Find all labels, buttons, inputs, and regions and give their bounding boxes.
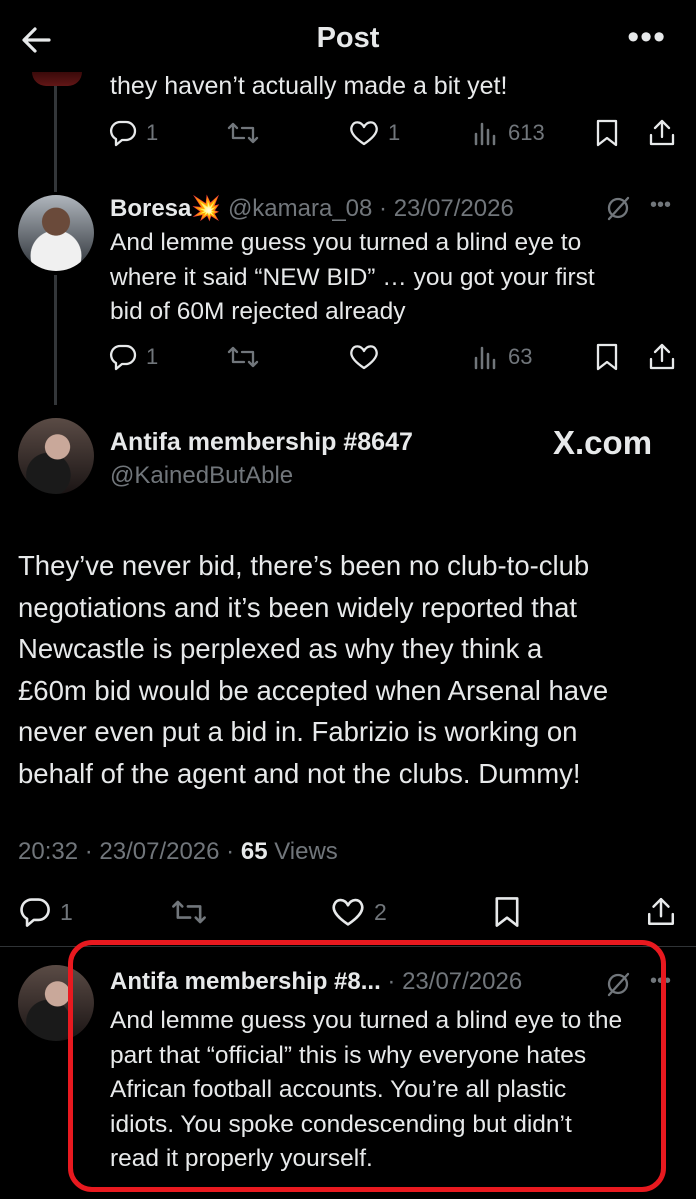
tweet-text-line: bid of 60M rejected already	[110, 298, 406, 325]
like-count: 2	[374, 898, 387, 925]
top-bar: Post •••	[0, 0, 696, 80]
avatar[interactable]	[18, 418, 94, 494]
view-count: 613	[508, 120, 545, 145]
views-button[interactable]: 613	[472, 118, 545, 148]
tweet-text-line: £60m bid would be accepted when Arsenal …	[18, 674, 609, 706]
tweet-header: Boresa💥 @kamara_08 · 23/07/2026	[110, 194, 514, 223]
tweet-header: Antifa membership #8... · 23/07/2026	[110, 968, 522, 996]
grok-icon[interactable]	[604, 970, 632, 998]
repost-button[interactable]	[226, 342, 260, 372]
user-handle[interactable]: @kamara_08	[228, 195, 372, 222]
repost-icon	[172, 900, 206, 924]
user-handle[interactable]: @KainedButAble	[110, 462, 293, 490]
tweet-text-line: read it properly yourself.	[110, 1145, 373, 1172]
bookmark-icon	[495, 897, 519, 927]
share-button[interactable]	[646, 895, 676, 929]
reply-count: 1	[146, 120, 159, 145]
tweet-text: they haven’t actually made a bit yet!	[110, 72, 508, 100]
view-count: 63	[508, 344, 533, 369]
share-button[interactable]	[648, 118, 676, 148]
heart-icon	[332, 898, 364, 926]
share-icon	[649, 119, 675, 146]
tweet-text-line: negotiations and it’s been widely report…	[18, 591, 578, 623]
more-options-icon[interactable]: •••	[650, 194, 671, 217]
like-button[interactable]: 1	[348, 118, 400, 148]
display-name[interactable]: Boresa	[110, 195, 191, 222]
views-button[interactable]: 63	[472, 342, 532, 372]
repost-button[interactable]	[170, 895, 208, 929]
share-button[interactable]	[648, 342, 676, 372]
reply-count: 1	[146, 344, 159, 369]
bookmark-icon	[596, 343, 618, 371]
main-tweet-actions: 1 2	[18, 895, 678, 935]
reply-button[interactable]: 1	[18, 895, 73, 929]
reply-button[interactable]: 1	[108, 342, 158, 372]
bookmark-button[interactable]	[492, 895, 522, 929]
tweet-text: And lemme guess you turned a blind eye t…	[110, 226, 680, 330]
reply-count: 1	[60, 898, 73, 925]
heart-icon	[350, 345, 378, 370]
more-options-icon[interactable]: •••	[650, 970, 671, 993]
tweet-text-line: idiots. You spoke condescending but didn…	[110, 1110, 572, 1138]
bookmark-button[interactable]	[594, 342, 620, 372]
post-timestamp: 20:32 · 23/07/2026 · 65 Views	[18, 838, 338, 866]
reply-icon	[109, 344, 137, 371]
share-icon	[647, 897, 675, 926]
like-count: 1	[388, 120, 401, 145]
tweet-text-line: where it said “NEW BID” … you got your f…	[110, 263, 595, 291]
grok-icon[interactable]	[604, 194, 632, 222]
bookmark-icon	[596, 119, 618, 147]
views-icon	[474, 122, 496, 146]
emoji-badge: 💥	[191, 195, 222, 222]
tweet-text-line: African football accounts. You’re all pl…	[110, 1076, 567, 1103]
tweet-text-line: never even put a bid in. Fabrizio is wor…	[18, 716, 578, 748]
reply-button[interactable]: 1	[108, 118, 158, 148]
display-name[interactable]: Antifa membership #8...	[110, 968, 381, 995]
tweet-text-line: They’ve never bid, there’s been no club-…	[18, 550, 590, 581]
tweet-actions: 1 1 613	[108, 118, 678, 154]
avatar[interactable]	[18, 195, 94, 271]
divider	[0, 946, 696, 947]
more-options-icon[interactable]: •••	[627, 20, 666, 54]
main-tweet-text: They’ve never bid, there’s been no club-…	[18, 545, 683, 795]
like-button[interactable]: 2	[330, 895, 387, 929]
views-label: Views	[274, 838, 338, 865]
tweet-text-line: And lemme guess you turned a blind eye t…	[110, 229, 582, 256]
views-icon	[474, 346, 496, 370]
repost-icon	[227, 122, 259, 144]
display-name[interactable]: Antifa membership #8647	[110, 428, 413, 457]
page-title: Post	[316, 22, 380, 54]
thread-line	[54, 275, 57, 405]
reply-icon	[109, 120, 137, 147]
tweet-text: And lemme guess you turned a blind eye t…	[110, 1004, 685, 1177]
x-watermark: X.com	[553, 424, 653, 461]
post-time: 20:32 · 23/07/2026 ·	[18, 838, 235, 865]
reply-icon	[20, 898, 50, 927]
bookmark-button[interactable]	[594, 118, 620, 148]
like-button[interactable]	[348, 342, 380, 372]
tweet-text-line: Newcastle is perplexed as why they think…	[18, 633, 543, 665]
tweet-actions: 1 63	[108, 342, 678, 378]
post-date: · 23/07/2026	[379, 195, 514, 222]
tweet-text-line: behalf of the agent and not the clubs. D…	[18, 757, 581, 789]
avatar[interactable]	[18, 965, 94, 1041]
tweet-text-line: part that “official” this is why everyon…	[110, 1041, 587, 1069]
post-date: · 23/07/2026	[387, 968, 523, 995]
repost-button[interactable]	[226, 118, 260, 148]
repost-icon	[227, 346, 259, 368]
thread-line	[54, 80, 57, 192]
views-count: 65	[240, 838, 268, 865]
avatar-partial[interactable]	[32, 72, 82, 86]
heart-icon	[350, 121, 378, 146]
share-icon	[649, 343, 675, 370]
tweet-text-line: And lemme guess you turned a blind eye t…	[110, 1007, 623, 1034]
